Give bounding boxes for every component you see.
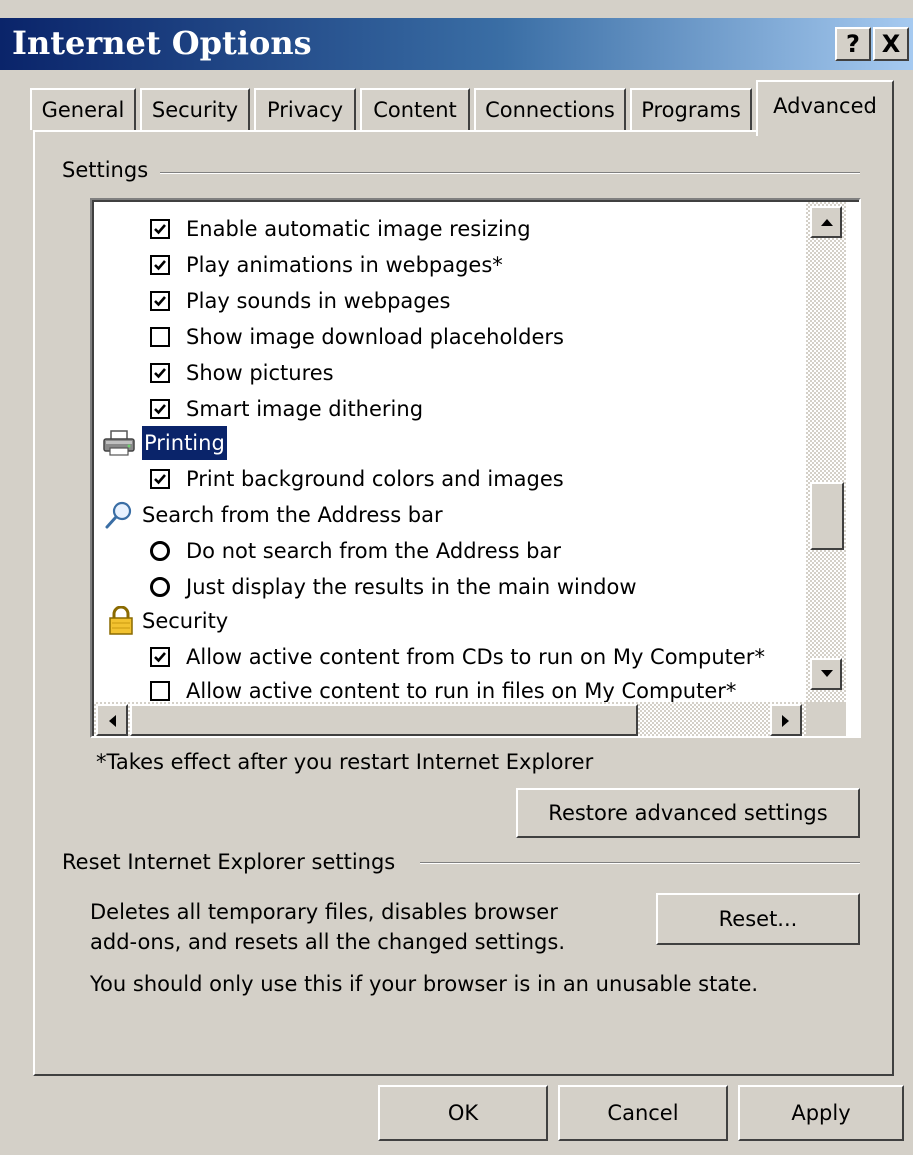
scrollbar-corner bbox=[806, 702, 846, 736]
setting-label: Print background colors and images bbox=[186, 467, 564, 491]
printer-icon bbox=[102, 429, 136, 467]
tab-strip: General Security Privacy Content Connect… bbox=[0, 80, 913, 136]
checkbox-checked[interactable] bbox=[150, 399, 170, 419]
checkbox-checked[interactable] bbox=[150, 291, 170, 311]
arrow-left-icon bbox=[109, 715, 116, 727]
restart-note: *Takes effect after you restart Internet… bbox=[96, 750, 594, 774]
setting-label: Smart image dithering bbox=[186, 397, 424, 421]
setting-label: Show image download placeholders bbox=[186, 325, 564, 349]
tab-connections[interactable]: Connections bbox=[474, 88, 626, 130]
title-bar[interactable]: Internet Options ? X bbox=[0, 18, 913, 70]
reset-warning: You should only use this if your browser… bbox=[90, 972, 759, 996]
setting-label: Do not search from the Address bar bbox=[186, 539, 562, 563]
reset-button[interactable]: Reset... bbox=[656, 893, 860, 945]
arrow-down-icon bbox=[821, 670, 833, 677]
close-button[interactable]: X bbox=[873, 27, 909, 61]
reset-group-label: Reset Internet Explorer settings bbox=[62, 850, 406, 874]
vertical-scroll-thumb[interactable] bbox=[810, 482, 844, 550]
category-label: Security bbox=[142, 609, 229, 633]
settings-group-divider bbox=[160, 172, 860, 174]
checkbox-unchecked[interactable] bbox=[150, 681, 170, 701]
checkbox-checked[interactable] bbox=[150, 255, 170, 275]
setting-label: Play sounds in webpages bbox=[186, 289, 451, 313]
apply-button[interactable]: Apply bbox=[738, 1085, 904, 1141]
checkbox-checked[interactable] bbox=[150, 469, 170, 489]
category-label: Printing bbox=[142, 426, 227, 460]
padlock-icon bbox=[108, 605, 134, 646]
tab-advanced[interactable]: Advanced bbox=[756, 80, 894, 136]
ok-button[interactable]: OK bbox=[378, 1085, 548, 1141]
cancel-button[interactable]: Cancel bbox=[558, 1085, 728, 1141]
scroll-left-button[interactable] bbox=[96, 704, 128, 736]
tab-general[interactable]: General bbox=[30, 88, 136, 130]
window-title: Internet Options bbox=[12, 24, 312, 62]
horizontal-scrollbar[interactable] bbox=[94, 702, 846, 736]
setting-label: Enable automatic image resizing bbox=[186, 217, 531, 241]
radio-button[interactable] bbox=[150, 541, 170, 561]
scroll-right-button[interactable] bbox=[770, 704, 802, 736]
tab-programs[interactable]: Programs bbox=[630, 88, 752, 130]
setting-label: Play animations in webpages* bbox=[186, 253, 503, 277]
reset-description-line-2: add-ons, and resets all the changed sett… bbox=[90, 930, 565, 954]
scroll-up-button[interactable] bbox=[810, 206, 842, 238]
setting-label: Allow active content from CDs to run on … bbox=[186, 645, 765, 669]
checkbox-unchecked[interactable] bbox=[150, 327, 170, 347]
arrow-right-icon bbox=[782, 715, 789, 727]
setting-label: Show pictures bbox=[186, 361, 334, 385]
tab-privacy[interactable]: Privacy bbox=[254, 88, 356, 130]
checkbox-checked[interactable] bbox=[150, 219, 170, 239]
magnifier-icon bbox=[104, 500, 134, 540]
checkbox-checked[interactable] bbox=[150, 363, 170, 383]
checkbox-checked[interactable] bbox=[150, 647, 170, 667]
radio-button[interactable] bbox=[150, 577, 170, 597]
restore-advanced-settings-button[interactable]: Restore advanced settings bbox=[516, 788, 860, 838]
help-button[interactable]: ? bbox=[835, 27, 871, 61]
tab-security[interactable]: Security bbox=[140, 88, 250, 130]
setting-label: Just display the results in the main win… bbox=[186, 575, 637, 599]
reset-group-divider bbox=[420, 862, 860, 864]
settings-group-label: Settings bbox=[62, 158, 159, 182]
horizontal-scroll-thumb[interactable] bbox=[130, 704, 638, 736]
reset-description-line-1: Deletes all temporary files, disables br… bbox=[90, 900, 558, 924]
scroll-down-button[interactable] bbox=[810, 658, 842, 690]
arrow-up-icon bbox=[821, 219, 833, 226]
category-label: Search from the Address bar bbox=[142, 503, 443, 527]
advanced-settings-list[interactable]: Enable automatic image resizing Play ani… bbox=[90, 198, 861, 738]
internet-options-dialog: Internet Options ? X General Security Pr… bbox=[0, 0, 913, 1155]
vertical-scrollbar[interactable] bbox=[806, 202, 846, 702]
tab-content[interactable]: Content bbox=[360, 88, 470, 130]
